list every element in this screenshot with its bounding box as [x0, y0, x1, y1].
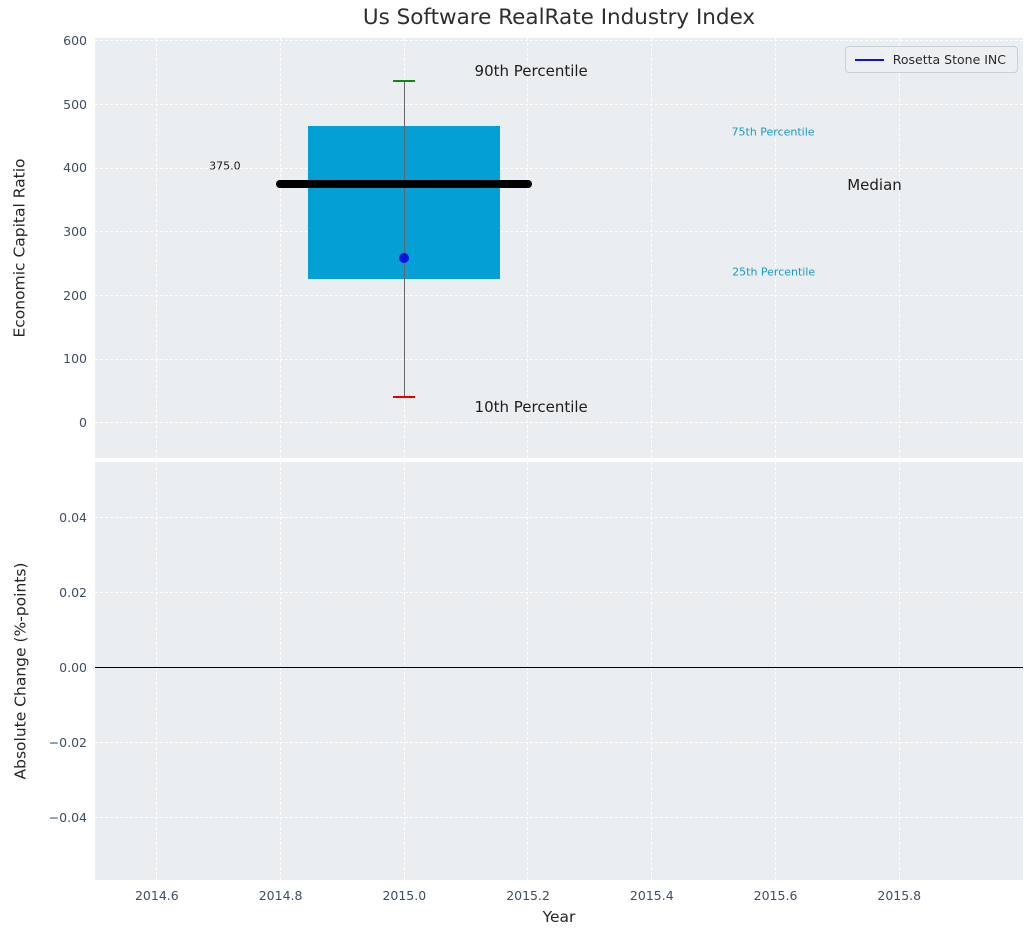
- gridline-y: [95, 422, 1023, 424]
- annotation-90th-percentile: 90th Percentile: [474, 62, 588, 81]
- gridline-y: [95, 104, 1023, 106]
- gridline-y: [95, 817, 1023, 819]
- x-axis-label: Year: [542, 908, 576, 926]
- y-tick-label: 0: [79, 415, 87, 430]
- y-tick-label: 400: [63, 160, 87, 176]
- x-tick-label: 2015.4: [629, 888, 674, 903]
- zero-line: [95, 667, 1023, 669]
- annotation-375-0: 375.0: [209, 159, 241, 173]
- gridline-x: [527, 38, 529, 458]
- company-point: [399, 252, 410, 263]
- y-tick-label: −0.02: [48, 735, 87, 751]
- x-tick-label: 2015.8: [877, 888, 922, 903]
- y-tick-label: 300: [63, 224, 87, 240]
- gridline-y: [95, 742, 1023, 744]
- y-axis-label-top: Economic Capital Ratio: [11, 158, 29, 338]
- plot-area-bottom: [95, 462, 1023, 880]
- gridline-y: [95, 231, 1023, 233]
- y-tick-label: 200: [63, 287, 87, 303]
- annotation-25th-percentile: 25th Percentile: [732, 265, 816, 279]
- gridline-y: [95, 592, 1023, 594]
- gridline-x: [156, 38, 158, 458]
- legend: Rosetta Stone INC: [844, 46, 1018, 73]
- gridline-y: [95, 294, 1023, 296]
- gridline-x: [898, 38, 900, 458]
- x-tick-label: 2015.6: [753, 888, 798, 903]
- plot-area-top: Rosetta Stone INC 90th Percentile 75th Pe…: [95, 38, 1023, 458]
- annotation-10th-percentile: 10th Percentile: [474, 398, 588, 417]
- x-tick-label: 2015.2: [506, 888, 550, 903]
- legend-label: Rosetta Stone INC: [892, 52, 1006, 67]
- chart-title: Us Software RealRate Industry Index: [362, 5, 756, 30]
- median-line: [276, 180, 533, 189]
- x-tick-label: 2015.0: [382, 888, 427, 903]
- gridline-x: [651, 38, 653, 458]
- gridline-x: [279, 38, 281, 458]
- x-tick-label: 2014.8: [258, 888, 303, 903]
- y-tick-label: 0.04: [59, 510, 87, 526]
- legend-line-icon: [854, 58, 884, 61]
- y-tick-label: 500: [63, 96, 87, 112]
- figure: Us Software RealRate Industry Index Econ…: [0, 0, 1034, 942]
- gridline-x: [774, 38, 776, 458]
- annotation-median: Median: [847, 176, 902, 194]
- y-tick-label: −0.04: [48, 810, 87, 826]
- whisker-line: [403, 81, 405, 398]
- gridline-y: [95, 358, 1023, 360]
- x-tick-label: 2014.6: [134, 888, 179, 903]
- whisker-cap-10th: [393, 396, 416, 399]
- y-tick-label: 600: [63, 33, 87, 49]
- whisker-cap-90th: [393, 80, 416, 83]
- y-axis-label-bottom: Absolute Change (%-points): [11, 562, 29, 780]
- annotation-75th-percentile: 75th Percentile: [731, 125, 815, 139]
- y-tick-label: 100: [63, 351, 87, 367]
- gridline-y: [95, 517, 1023, 519]
- gridline-y: [95, 40, 1023, 42]
- y-tick-label: 0.02: [59, 585, 87, 601]
- y-tick-label: 0.00: [59, 660, 87, 676]
